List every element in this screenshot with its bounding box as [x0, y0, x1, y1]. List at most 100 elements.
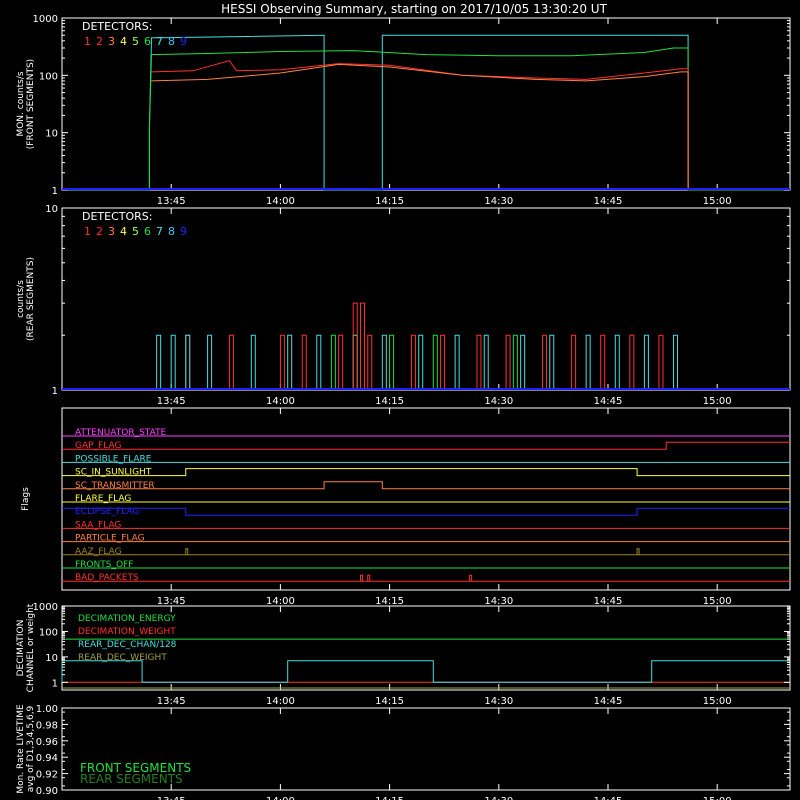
rate-spike — [359, 302, 365, 390]
y-axis-label: avg of D1,3,4,5,6,9 — [26, 705, 36, 792]
flag-line — [62, 468, 790, 477]
rate-spike — [352, 302, 358, 390]
panel-5: 13:45 14:00 14:15 14:30 14:45 15:00 0.90 0.92 0.… — [16, 704, 791, 800]
detector-label: 5 — [132, 35, 139, 48]
rate-spike — [418, 334, 424, 390]
y-axis-label: counts/s — [16, 280, 26, 318]
detector-label: 9 — [180, 225, 187, 238]
detector-label: 3 — [108, 225, 115, 238]
y-tick-label: 1000 — [33, 602, 58, 613]
flag-line — [62, 481, 790, 490]
rate-spike — [614, 334, 620, 390]
x-tick-label: 14:30 — [484, 596, 513, 607]
detector-label: 9 — [180, 35, 187, 48]
rate-spike — [156, 334, 162, 390]
y-axis-label: (FRONT SEGMENTS) — [26, 59, 36, 149]
panel-3: 13:45 14:00 14:15 14:30 14:45 15:00ATTENUATOR… — [21, 407, 791, 607]
x-tick-label: 14:30 — [484, 696, 513, 707]
rate-spike — [512, 334, 518, 390]
legend-entry: REAR SEGMENTS — [80, 772, 183, 786]
rate-spike — [571, 334, 577, 390]
rate-spike — [505, 334, 511, 390]
series-line — [151, 60, 689, 190]
y-tick-label: 1 — [52, 386, 58, 397]
rate-spike — [410, 334, 416, 390]
panel-4: 13:45 14:00 14:15 14:30 14:45 15:00 1 10 100 1000… — [16, 602, 791, 707]
detectors-heading: DETECTORS: — [82, 20, 152, 33]
y-axis-label: DECIMATION — [16, 620, 26, 677]
x-tick-label: 14:45 — [594, 196, 623, 207]
y-axis-label: (REAR SEGMENTS) — [26, 257, 36, 341]
detector-label: 6 — [144, 225, 151, 238]
rate-spike — [352, 334, 358, 390]
y-axis-label: MON. counts/s — [16, 71, 26, 136]
x-tick-label: 15:00 — [703, 796, 732, 800]
detector-label: 5 — [132, 225, 139, 238]
rate-spike — [185, 334, 191, 390]
detector-label: 6 — [144, 35, 151, 48]
y-tick-label: 0.94 — [36, 753, 58, 764]
series-line — [62, 34, 790, 191]
x-tick-label: 15:00 — [703, 696, 732, 707]
flag-spike — [469, 574, 473, 582]
rate-spike — [432, 334, 438, 390]
rate-spike — [250, 334, 256, 390]
series-line — [61, 660, 790, 683]
y-tick-label: 10 — [45, 129, 58, 140]
x-tick-label: 15:00 — [703, 196, 732, 207]
figure-title: HESSI Observing Summary, starting on 201… — [221, 2, 607, 16]
detector-label: 2 — [96, 35, 103, 48]
legend-entry: REAR_DEC_WEIGHT — [78, 653, 167, 663]
x-tick-label: 15:00 — [703, 596, 732, 607]
x-tick-label: 14:00 — [266, 796, 295, 800]
x-tick-label: 14:15 — [375, 796, 404, 800]
x-tick-label: 13:45 — [157, 196, 186, 207]
series-line — [151, 63, 689, 190]
rate-spike — [643, 334, 649, 390]
detector-label: 4 — [120, 225, 127, 238]
flag-spike — [367, 574, 371, 582]
x-tick-label: 14:15 — [375, 696, 404, 707]
panel-2: 13:45 14:00 14:15 14:30 14:45 15:00 1 10 counts/… — [16, 204, 791, 407]
detector-label: 3 — [108, 35, 115, 48]
rate-spike — [330, 334, 336, 390]
flag-spike — [636, 548, 640, 555]
rate-spike — [367, 334, 373, 390]
rate-spike — [228, 334, 234, 390]
y-tick-label: 10 — [45, 653, 58, 664]
rate-spike — [549, 334, 555, 390]
flag-spike — [185, 548, 189, 555]
x-tick-label: 13:45 — [157, 696, 186, 707]
rate-spike — [338, 334, 344, 390]
detector-label: 4 — [120, 35, 127, 48]
legend-entry: REAR_DEC_CHAN/128 — [78, 640, 177, 650]
x-tick-label: 14:15 — [375, 196, 404, 207]
rate-spike — [389, 334, 395, 390]
detector-label: 2 — [96, 225, 103, 238]
rate-spike — [629, 334, 635, 390]
rate-spike — [483, 334, 489, 390]
rate-spike — [585, 334, 591, 390]
x-tick-label: 15:00 — [703, 396, 732, 407]
y-tick-label: 100 — [39, 71, 58, 82]
y-tick-label: 0.90 — [36, 786, 58, 797]
y-axis-label: Flags — [21, 487, 31, 511]
series-line — [148, 47, 790, 191]
detector-label: 8 — [168, 225, 175, 238]
flag-line — [62, 507, 790, 516]
y-tick-label: 0.98 — [36, 720, 58, 731]
y-axis-label: CHANNEL or weight — [26, 603, 36, 692]
y-tick-label: 1.00 — [36, 704, 58, 715]
panel-frame — [61, 407, 791, 591]
rate-spike — [476, 334, 482, 390]
detector-label: 1 — [84, 225, 91, 238]
flag-spike — [359, 574, 363, 582]
y-tick-label: 0.96 — [36, 737, 58, 748]
rate-spike — [287, 334, 293, 390]
x-tick-label: 14:00 — [266, 596, 295, 607]
x-tick-label: 14:45 — [594, 596, 623, 607]
x-tick-label: 14:00 — [266, 396, 295, 407]
x-tick-label: 14:30 — [484, 196, 513, 207]
x-tick-label: 14:45 — [594, 396, 623, 407]
y-tick-label: 0.92 — [36, 770, 58, 781]
